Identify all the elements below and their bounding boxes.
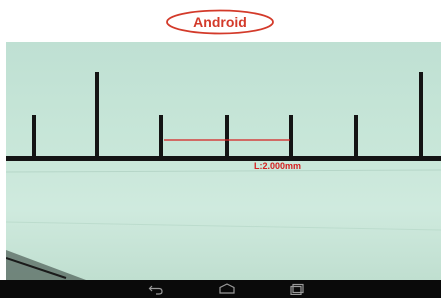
recent-apps-icon[interactable] (290, 283, 306, 295)
ruler-tick (159, 115, 163, 159)
ruler-scene (6, 72, 441, 280)
ruler-tick (95, 72, 99, 159)
measurement-label: L:2.000mm (254, 161, 302, 171)
home-icon[interactable] (218, 283, 236, 295)
ruler-tick (225, 115, 229, 159)
android-label: Android (164, 8, 276, 36)
back-icon[interactable] (148, 283, 164, 295)
ruler-baseline (6, 156, 441, 161)
ruler-tick (289, 115, 293, 159)
camera-view[interactable]: L:2.000mm (6, 42, 441, 280)
android-label-text: Android (193, 14, 247, 30)
ruler-tick (419, 72, 423, 159)
header-bar: Android (0, 0, 441, 42)
android-navigation-bar (0, 280, 441, 298)
ruler-tick (354, 115, 358, 159)
ruler-tick (32, 115, 36, 159)
